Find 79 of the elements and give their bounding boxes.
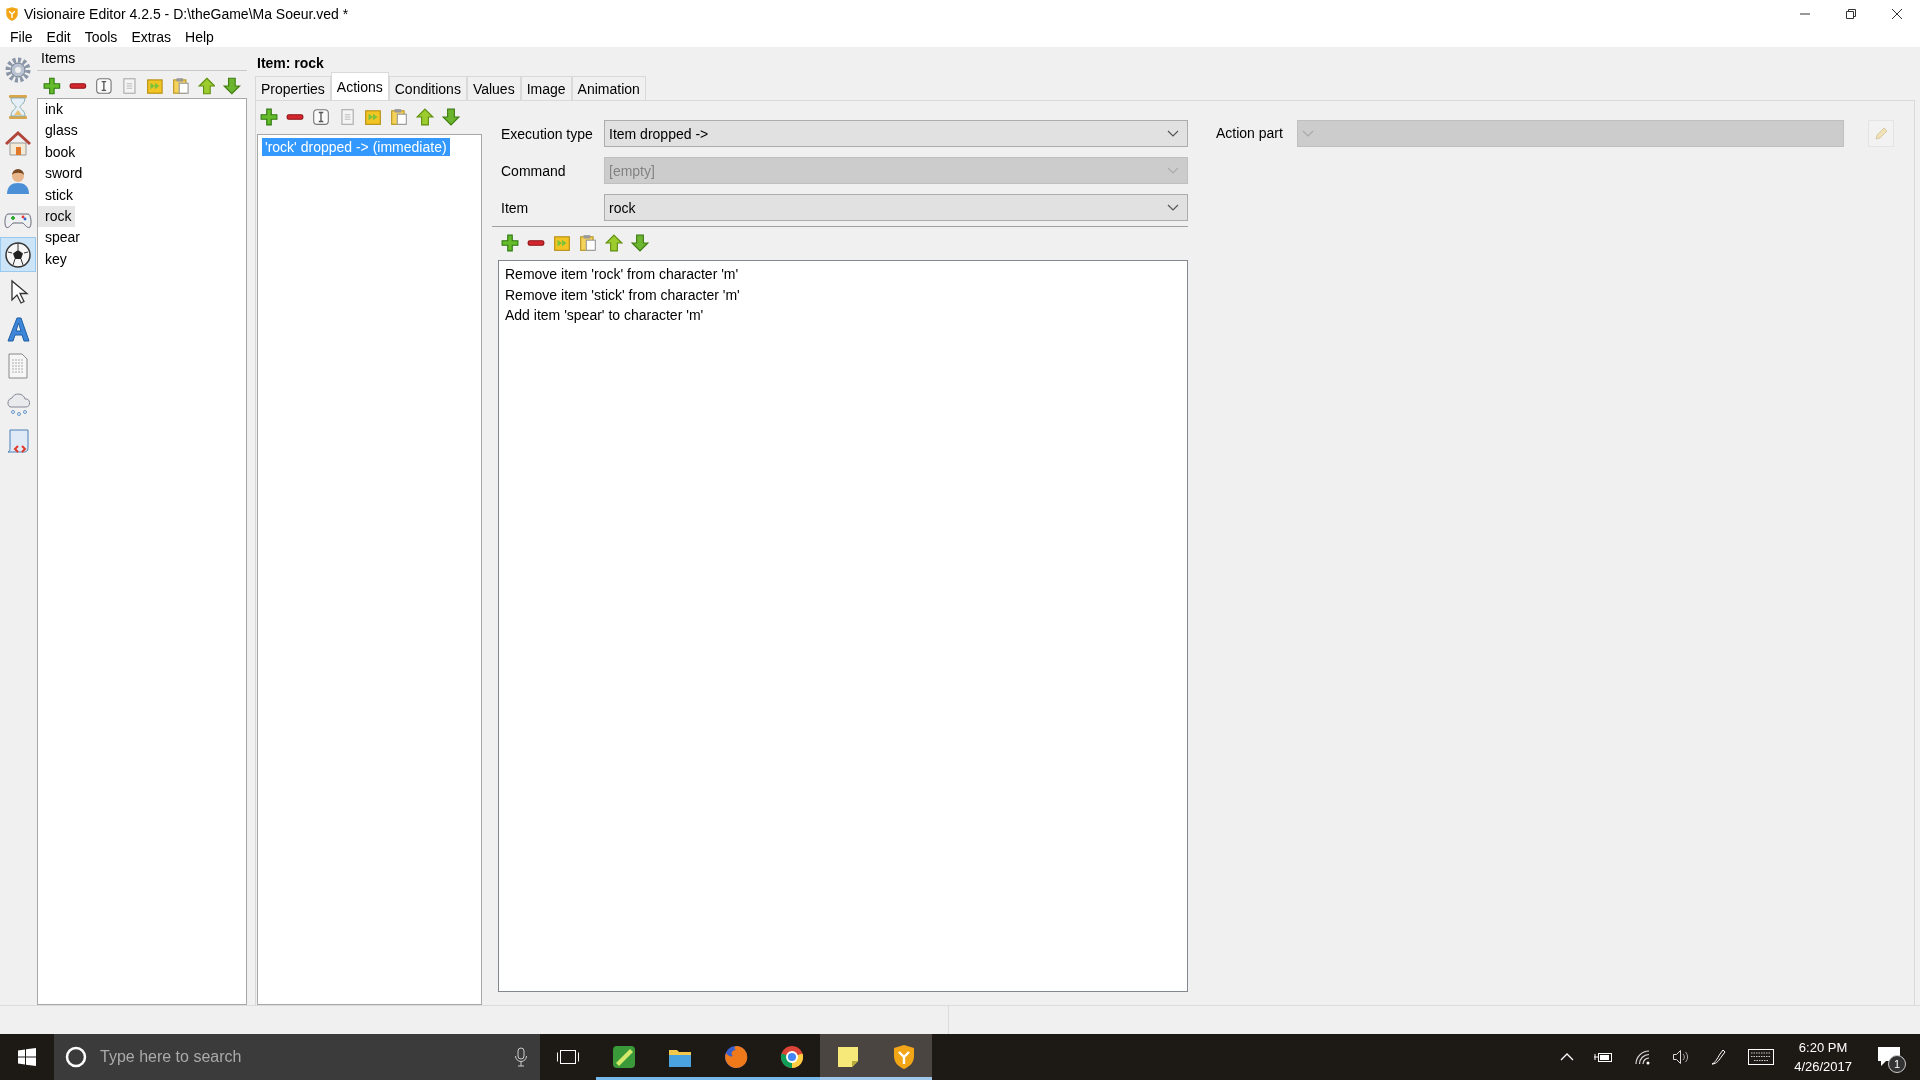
list-item[interactable]: Remove item 'rock' from character 'm' [505, 264, 1181, 285]
add-icon[interactable] [260, 108, 278, 126]
tab[interactable]: Actions [330, 72, 389, 100]
microphone-icon [514, 1047, 528, 1067]
menu-item[interactable]: Extras [124, 29, 179, 45]
house-icon [4, 129, 32, 158]
dropdown[interactable]: rock [604, 194, 1188, 221]
list-item[interactable]: stick [38, 184, 77, 206]
keyboard-icon[interactable] [1748, 1049, 1775, 1065]
search-circle-icon [64, 1045, 88, 1069]
menu-item[interactable]: Help [178, 29, 221, 45]
windows-logo-icon [18, 1048, 36, 1066]
tab[interactable]: Image [520, 76, 572, 100]
field-label: Item [500, 199, 530, 216]
app-logo-icon [4, 5, 20, 22]
list-item[interactable]: glass [38, 120, 82, 142]
field-label: Action part [1216, 124, 1284, 141]
menu-item[interactable]: File [3, 29, 40, 45]
ball-icon [4, 240, 32, 269]
notification-button[interactable]: 1 [1872, 1040, 1906, 1074]
chevron-down-icon [1167, 166, 1179, 175]
up-arrow-icon[interactable] [605, 234, 623, 252]
taskbar-app[interactable] [820, 1034, 876, 1080]
menu-item[interactable]: Tools [77, 29, 125, 45]
up-arrow-icon[interactable] [416, 108, 434, 126]
paste-special-icon[interactable] [146, 77, 164, 95]
down-arrow-icon[interactable] [631, 234, 649, 252]
window-title: Visionaire Editor 4.2.5 - D:\theGame\Ma Soeur.ved * [24, 5, 350, 22]
paste-special-icon[interactable] [553, 234, 571, 252]
game-app-icon [610, 1043, 638, 1071]
clock-time[interactable]: 6:20 PM [1798, 1038, 1848, 1057]
add-icon[interactable] [43, 77, 61, 95]
list-item[interactable]: sword [38, 163, 87, 185]
font-icon [4, 314, 32, 343]
tab[interactable]: Properties [255, 76, 331, 100]
chevron-down-icon [1301, 129, 1314, 138]
chevron-down-icon [1167, 203, 1179, 212]
sidebar-tab[interactable] [0, 237, 36, 272]
task-view-icon [556, 1048, 580, 1066]
tab[interactable]: Values [466, 76, 521, 100]
volume-icon[interactable] [1672, 1049, 1691, 1065]
field-label: Execution type [500, 125, 594, 142]
restore-icon[interactable] [1845, 7, 1857, 20]
search-field[interactable]: Type here to search [98, 1047, 504, 1067]
rename-icon[interactable] [94, 77, 113, 95]
paste-icon[interactable] [171, 77, 190, 95]
paste-icon[interactable] [390, 108, 408, 126]
list-item[interactable]: spear [38, 227, 85, 249]
tab[interactable]: Animation [571, 76, 646, 100]
close-icon[interactable] [1891, 7, 1903, 20]
list-item[interactable]: key [38, 248, 71, 271]
person-icon [4, 166, 32, 195]
list-item[interactable]: rock [38, 205, 76, 228]
list-item[interactable]: ink [38, 99, 67, 121]
list-item[interactable]: Add item 'spear' to character 'm' [505, 305, 1181, 326]
paste-icon[interactable] [579, 234, 597, 252]
tab[interactable]: Conditions [388, 76, 467, 100]
list-item[interactable]: Remove item 'stick' from character 'm' [505, 284, 1181, 305]
chevron-down-icon [1167, 129, 1179, 138]
field-label: Command [500, 162, 567, 179]
down-arrow-icon[interactable] [223, 77, 241, 95]
list-item[interactable]: book [38, 141, 80, 164]
up-arrow-icon[interactable] [197, 77, 216, 95]
menu-item[interactable]: Edit [39, 29, 78, 45]
down-arrow-icon[interactable] [442, 108, 460, 126]
clock-date[interactable]: 4/26/2017 [1794, 1057, 1852, 1076]
notification-badge: 1 [1888, 1055, 1906, 1073]
add-icon[interactable] [501, 234, 519, 252]
taskbar-app[interactable] [876, 1034, 932, 1080]
chevron-up-icon[interactable] [1560, 1052, 1575, 1062]
panel-title: Items [37, 49, 247, 71]
battery-icon[interactable] [1594, 1050, 1615, 1064]
rename-icon[interactable] [312, 108, 330, 126]
gear-icon [4, 55, 32, 84]
paste-special-icon[interactable] [364, 108, 382, 126]
search-bar[interactable]: Type here to search [54, 1034, 540, 1080]
dropdown[interactable]: Item dropped -> [604, 120, 1188, 147]
pencil-icon [1873, 125, 1889, 142]
editor-title: Item: rock [256, 54, 325, 73]
